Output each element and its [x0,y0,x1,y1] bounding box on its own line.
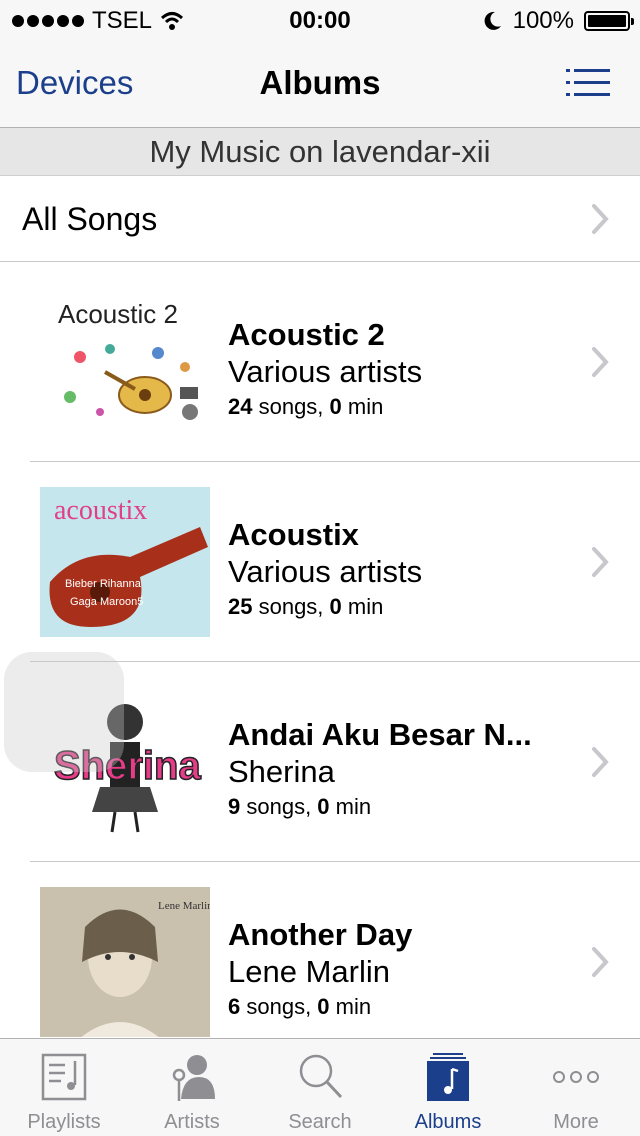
tab-label: More [553,1111,599,1133]
album-meta: 25 songs, 0 min [228,594,384,619]
album-title: Acoustic 2 [228,317,385,352]
search-icon [299,1054,343,1099]
navigation-bar: Devices Albums [0,40,640,128]
album-cover: acoustix Bieber Rihanna Gaga Maroon5 [40,487,210,637]
album-artist: Various artists [228,554,423,589]
chevron-right-icon [592,347,609,377]
battery-percentage: 100% [512,7,574,34]
album-artist: Lene Marlin [228,954,390,989]
album-artist: Sherina [228,754,335,789]
more-icon [553,1071,599,1083]
tab-playlists[interactable]: Playlists [0,1039,128,1136]
artists-icon [172,1055,215,1101]
album-title: Another Day [228,917,413,952]
album-cover: Acoustic 2 [40,287,210,437]
album-meta: 9 songs, 0 min [228,794,372,819]
playlists-icon [41,1053,87,1101]
library-section-header: My Music on lavendar-xii [0,128,640,176]
album-title: Andai Aku Besar N... [228,717,532,752]
album-cover-text: acoustix [54,495,147,526]
album-artist: Various artists [228,354,423,389]
svg-text:Bieber Rihanna: Bieber Rihanna [65,578,142,590]
album-title: Acoustix [228,517,359,552]
page-title: Albums [259,64,381,101]
chevron-right-icon [592,204,609,234]
albums-icon [427,1053,469,1101]
chevron-right-icon [592,547,609,577]
album-meta: 24 songs, 0 min [228,394,384,419]
tab-bar: Playlists Artists Search Albums More [0,1038,640,1136]
album-cover-text: Lene Marlin [158,900,210,912]
album-row[interactable]: Acoustic 2 Acoustic 2 Various artists 24… [0,262,640,462]
album-meta: 6 songs, 0 min [228,994,372,1019]
chevron-right-icon [592,947,609,977]
battery-icon [584,11,634,31]
album-row[interactable]: Lene Marlin Another Day Lene Marlin 6 so… [0,862,640,1062]
album-cover: Lene Marlin [40,887,210,1037]
tab-search[interactable]: Search [256,1039,384,1136]
status-bar: TSEL 00:00 100% [0,0,640,40]
tab-label: Albums [414,1111,482,1133]
all-songs-row[interactable]: All Songs [0,176,640,262]
album-row[interactable]: acoustix Bieber Rihanna Gaga Maroon5 Aco… [0,462,640,662]
tab-label: Artists [164,1111,220,1133]
tab-label: Search [288,1111,352,1133]
tab-artists[interactable]: Artists [128,1039,256,1136]
tab-more[interactable]: More [512,1039,640,1136]
svg-text:Gaga Maroon5: Gaga Maroon5 [70,596,143,608]
tab-label: Playlists [27,1111,101,1133]
do-not-disturb-moon-icon [484,11,501,30]
all-songs-label: All Songs [22,201,158,237]
assistive-touch-button[interactable] [4,652,124,772]
album-cover-text: Acoustic 2 [58,299,178,329]
chevron-right-icon [592,747,609,777]
list-icon[interactable] [566,68,610,98]
tab-albums[interactable]: Albums [384,1039,512,1136]
